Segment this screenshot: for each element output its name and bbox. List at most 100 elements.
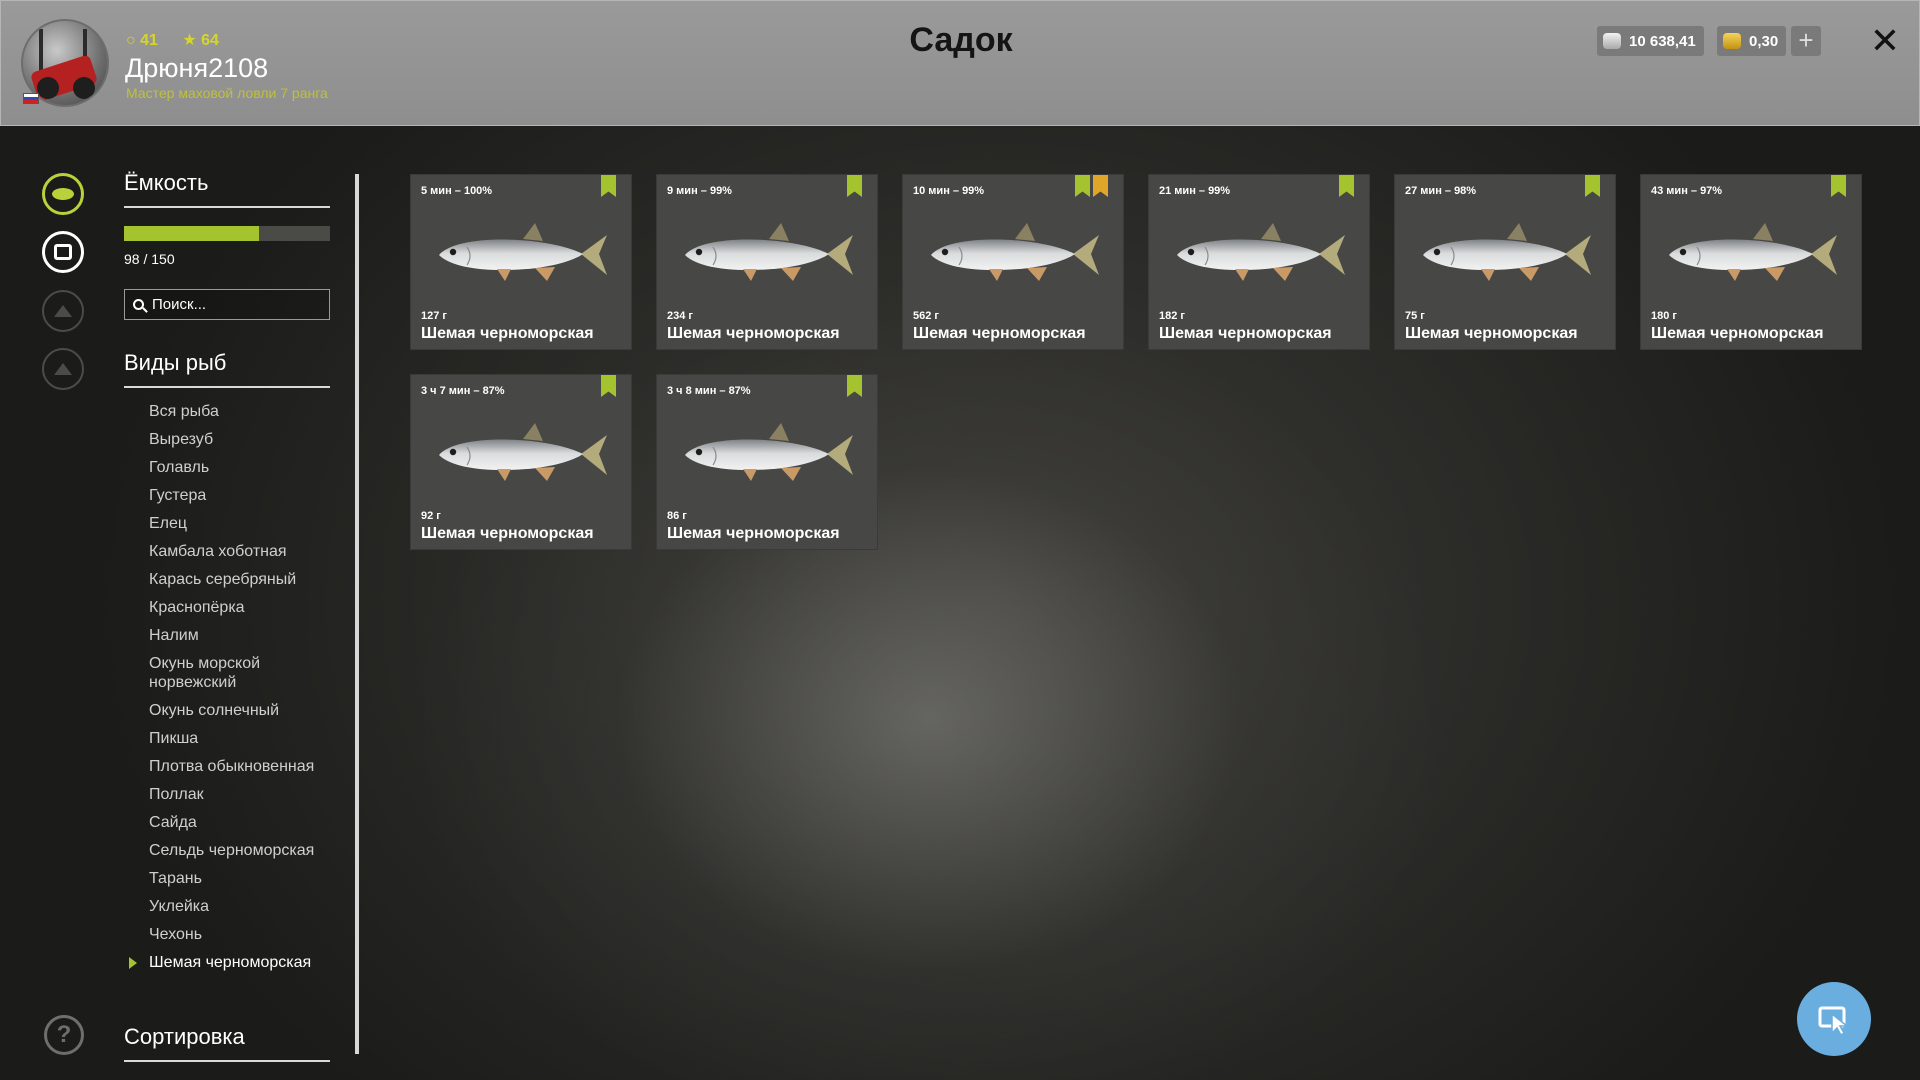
russia-flag-icon <box>23 93 39 104</box>
fish-weight: 180 г <box>1651 310 1677 322</box>
filter-panel: Ёмкость 98 / 150 Поиск... Виды рыб Вся р… <box>124 170 330 981</box>
capacity-text: 98 / 150 <box>124 251 175 267</box>
capacity-bar <box>124 226 330 241</box>
fish-image <box>439 223 607 281</box>
species-label: Тарань <box>149 870 202 887</box>
fish-card[interactable]: 10 мин – 99% 562 г Шемая черноморская <box>902 174 1124 350</box>
cursor-button[interactable] <box>1797 982 1871 1056</box>
species-item[interactable]: Шемая черноморская <box>124 953 330 972</box>
species-label: Плотва обыкновенная <box>149 758 315 775</box>
silver-balance: 10 638,41 <box>1597 26 1704 56</box>
species-label: Густера <box>149 487 207 504</box>
species-label: Краснопёрка <box>149 599 245 616</box>
fish-weight: 86 г <box>667 510 687 522</box>
bookmark-icon[interactable] <box>1831 175 1846 197</box>
fish-name: Шемая черноморская <box>421 525 594 542</box>
home-icon[interactable] <box>42 348 84 390</box>
species-item[interactable]: Окунь солнечный <box>124 701 330 720</box>
species-label: Поллак <box>149 786 204 803</box>
species-label: Налим <box>149 627 199 644</box>
fish-card[interactable]: 21 мин – 99% 182 г Шемая черноморская <box>1148 174 1370 350</box>
search-icon <box>133 299 144 310</box>
species-item[interactable]: Елец <box>124 514 330 533</box>
species-item[interactable]: Окунь морской норвежский <box>124 654 330 692</box>
help-icon[interactable]: ? <box>44 1015 84 1055</box>
species-label: Карась серебряный <box>149 571 297 588</box>
fish-card[interactable]: 3 ч 8 мин – 87% 86 г Шемая черноморская <box>656 374 878 550</box>
add-currency-button[interactable]: + <box>1791 26 1821 56</box>
search-placeholder: Поиск... <box>152 296 207 313</box>
species-label: Шемая черноморская <box>149 954 312 971</box>
fish-image <box>931 223 1099 281</box>
catch-time: 43 мин – 97% <box>1651 185 1723 197</box>
species-list: Вся рыба Вырезуб Голавль Густера Елец Камбала… <box>124 402 330 972</box>
fish-image <box>439 423 607 481</box>
bookmark-icon[interactable] <box>1075 175 1090 197</box>
fish-card[interactable]: 27 мин – 98% 75 г Шемая черноморская <box>1394 174 1616 350</box>
species-item[interactable]: Чехонь <box>124 925 330 944</box>
species-label: Елец <box>149 515 188 532</box>
species-item[interactable]: Пикша <box>124 729 330 748</box>
fish-weight: 92 г <box>421 510 441 522</box>
species-label: Сайда <box>149 814 197 831</box>
species-item[interactable]: Камбала хоботная <box>124 542 330 561</box>
species-item[interactable]: Сайда <box>124 813 330 832</box>
bookmark-icon[interactable] <box>847 175 862 197</box>
bookmark-icon[interactable] <box>601 375 616 397</box>
fish-image <box>1177 223 1345 281</box>
fish-image <box>685 423 853 481</box>
species-item[interactable]: Голавль <box>124 458 330 477</box>
species-label: Окунь солнечный <box>149 702 280 719</box>
silver-coins-icon <box>1603 33 1621 49</box>
bookmark-icon[interactable] <box>847 375 862 397</box>
fish-name: Шемая черноморская <box>421 325 594 342</box>
selected-arrow-icon <box>129 957 137 969</box>
species-label: Камбала хоботная <box>149 543 287 560</box>
catch-time: 10 мин – 99% <box>913 185 985 197</box>
fish-card[interactable]: 3 ч 7 мин – 87% 92 г Шемая черноморская <box>410 374 632 550</box>
bookmark-icon[interactable] <box>1339 175 1354 197</box>
bookmark-icon[interactable] <box>1585 175 1600 197</box>
fish-icon[interactable] <box>42 173 84 215</box>
species-item[interactable]: Краснопёрка <box>124 598 330 617</box>
bookmark-icon[interactable] <box>601 175 616 197</box>
catch-time: 27 мин – 98% <box>1405 185 1477 197</box>
species-label: Сельдь черноморская <box>149 842 315 859</box>
fish-weight: 127 г <box>421 310 447 322</box>
species-item[interactable]: Налим <box>124 626 330 645</box>
fish-weight: 234 г <box>667 310 693 322</box>
fish-weight: 75 г <box>1405 310 1425 322</box>
species-label: Голавль <box>149 459 210 476</box>
species-item[interactable]: Вся рыба <box>124 402 330 421</box>
species-title: Виды рыб <box>124 350 330 388</box>
species-item[interactable]: Вырезуб <box>124 430 330 449</box>
species-label: Вся рыба <box>149 403 219 420</box>
top-bar: ○ 41 ★ 64 Дрюня2108 Мастер маховой ловли… <box>0 0 1920 126</box>
panel-scrollbar[interactable] <box>355 174 359 1054</box>
fish-name: Шемая черноморская <box>1651 325 1824 342</box>
star-bookmark-icon[interactable] <box>1093 175 1108 197</box>
sort-title[interactable]: Сортировка <box>124 1024 330 1062</box>
species-item[interactable]: Сельдь черноморская <box>124 841 330 860</box>
close-icon[interactable]: ✕ <box>1865 21 1905 61</box>
fish-image <box>685 223 853 281</box>
keepnet-icon[interactable] <box>42 231 84 273</box>
species-item[interactable]: Поллак <box>124 785 330 804</box>
catch-time: 3 ч 7 мин – 87% <box>421 385 505 397</box>
search-input[interactable]: Поиск... <box>124 289 330 320</box>
species-item[interactable]: Карась серебряный <box>124 570 330 589</box>
upgrade-icon[interactable] <box>42 290 84 332</box>
species-item[interactable]: Уклейка <box>124 897 330 916</box>
fish-card[interactable]: 43 мин – 97% 180 г Шемая черноморская <box>1640 174 1862 350</box>
species-label: Чехонь <box>149 926 203 943</box>
catch-time: 5 мин – 100% <box>421 185 493 197</box>
fish-image <box>1669 223 1837 281</box>
fish-card[interactable]: 5 мин – 100% 127 г Шемая черноморская <box>410 174 632 350</box>
species-item[interactable]: Тарань <box>124 869 330 888</box>
gold-balance: 0,30 <box>1717 26 1787 56</box>
gold-coins-icon <box>1723 33 1741 49</box>
player-rank: Мастер маховой ловли 7 ранга <box>126 85 328 101</box>
fish-card[interactable]: 9 мин – 99% 234 г Шемая черноморская <box>656 174 878 350</box>
species-item[interactable]: Плотва обыкновенная <box>124 757 330 776</box>
species-item[interactable]: Густера <box>124 486 330 505</box>
